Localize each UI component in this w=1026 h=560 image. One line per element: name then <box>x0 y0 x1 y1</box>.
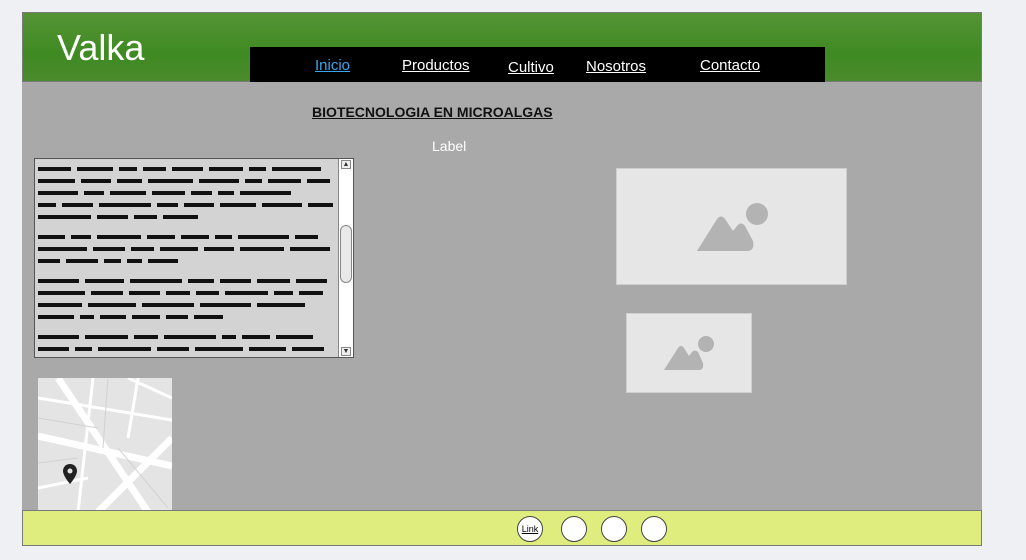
placeholder-text-line <box>38 245 338 254</box>
page-title: BIOTECNOLOGIA EN MICROALGAS <box>312 104 553 120</box>
image-placeholder-icon <box>664 336 714 370</box>
nav-inicio[interactable]: Inicio <box>315 57 350 74</box>
image-placeholder-large <box>616 168 847 285</box>
placeholder-paragraph <box>38 333 338 358</box>
text-area[interactable]: ▲ ▼ <box>34 158 354 358</box>
nav-productos[interactable]: Productos <box>402 57 470 74</box>
image-placeholder-small <box>626 313 752 393</box>
nav-nosotros[interactable]: Nosotros <box>586 58 646 75</box>
footer-social-button-2[interactable] <box>601 516 627 542</box>
footer-social-button-3[interactable] <box>641 516 667 542</box>
placeholder-text-line <box>38 345 338 354</box>
footer: Link <box>22 510 982 546</box>
header: Valka Inicio Productos Cultivo Nosotros … <box>22 12 982 83</box>
placeholder-text-line <box>38 301 338 310</box>
placeholder-paragraph <box>38 233 338 266</box>
map[interactable] <box>38 378 172 512</box>
placeholder-text-line <box>38 289 338 298</box>
placeholder-paragraph <box>38 165 338 222</box>
logo: Valka <box>57 27 145 68</box>
image-placeholder-icon <box>697 203 768 251</box>
nav-bar: Inicio Productos Cultivo Nosotros Contac… <box>250 47 825 83</box>
placeholder-text-line <box>38 357 338 358</box>
placeholder-text-line <box>38 233 338 242</box>
nav-cultivo[interactable]: Cultivo <box>508 59 554 76</box>
footer-social-button-1[interactable] <box>561 516 587 542</box>
placeholder-text-line <box>38 313 338 322</box>
placeholder-text-line <box>38 333 338 342</box>
page: Valka Inicio Productos Cultivo Nosotros … <box>22 12 982 546</box>
placeholder-text-line <box>38 165 338 174</box>
scrollbar[interactable]: ▲ ▼ <box>338 159 353 357</box>
text-area-content <box>38 165 338 358</box>
placeholder-text-line <box>38 177 338 186</box>
placeholder-text-line <box>38 201 338 210</box>
placeholder-text-line <box>38 277 338 286</box>
footer-link-button[interactable]: Link <box>517 516 543 542</box>
placeholder-text-line <box>38 189 338 198</box>
scroll-thumb[interactable] <box>340 225 352 283</box>
scroll-down-icon[interactable]: ▼ <box>341 347 351 356</box>
map-pin-icon <box>63 464 77 484</box>
placeholder-paragraph <box>38 277 338 322</box>
main-content: BIOTECNOLOGIA EN MICROALGAS Label ▲ ▼ <box>22 82 982 512</box>
nav-contacto[interactable]: Contacto <box>700 57 760 74</box>
label-text: Label <box>432 138 467 154</box>
placeholder-text-line <box>38 213 338 222</box>
placeholder-text-line <box>38 257 338 266</box>
scroll-up-icon[interactable]: ▲ <box>341 160 351 169</box>
